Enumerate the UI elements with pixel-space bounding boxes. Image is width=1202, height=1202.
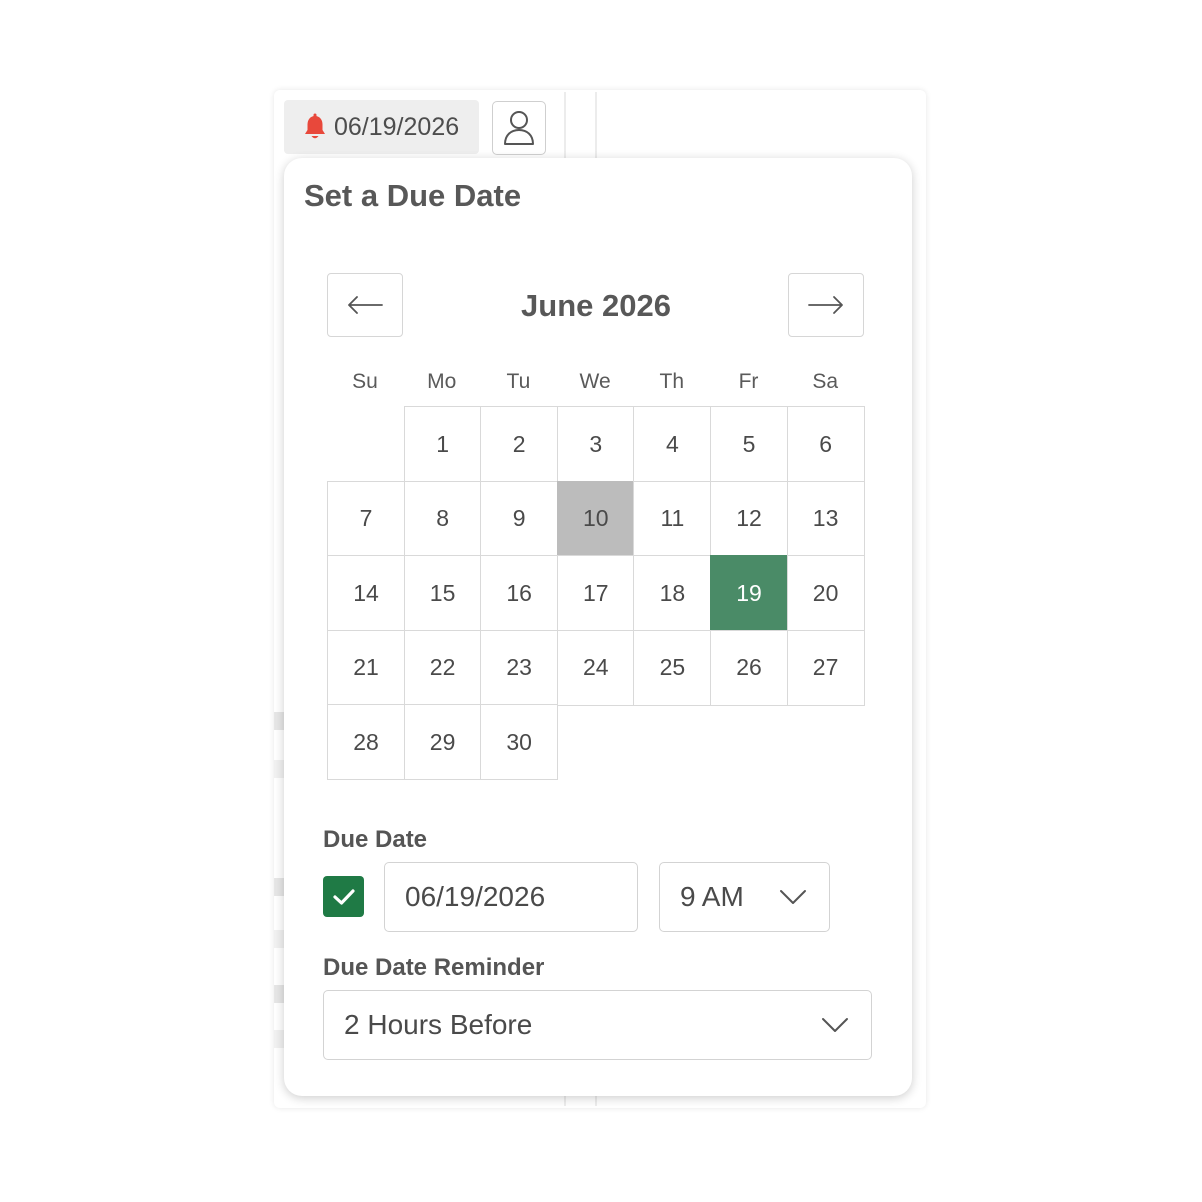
- calendar-day[interactable]: 1: [403, 406, 482, 482]
- weekday-label: Tu: [506, 370, 531, 393]
- popover-title: Set a Due Date: [304, 178, 522, 213]
- calendar-day[interactable]: 12: [710, 480, 788, 557]
- month-label: June 2026: [521, 288, 671, 323]
- calendar-day[interactable]: 29: [403, 704, 482, 781]
- weekday-label: We: [579, 370, 611, 393]
- calendar-day[interactable]: 20: [786, 555, 865, 632]
- row-marker: [274, 930, 284, 948]
- calendar-day[interactable]: 22: [403, 629, 482, 706]
- calendar-day[interactable]: 26: [710, 629, 788, 706]
- due-date-checkbox[interactable]: [323, 876, 364, 917]
- calendar-day-selected[interactable]: 19: [710, 555, 788, 632]
- due-date-label: Due Date: [323, 826, 428, 853]
- person-icon: [504, 111, 534, 145]
- reminder-label: Due Date Reminder: [323, 954, 545, 981]
- weekday-header: Su Mo Tu We Th Fr Sa: [327, 370, 864, 400]
- calendar-day[interactable]: 30: [480, 704, 559, 781]
- weekday-label: Su: [352, 370, 378, 393]
- row-marker: [274, 878, 284, 896]
- calendar-day[interactable]: 24: [556, 629, 635, 706]
- arrow-right-icon: [808, 296, 843, 314]
- chevron-down-icon: [780, 890, 806, 904]
- due-date-value: 06/19/2026: [405, 881, 546, 912]
- chevron-down-icon: [822, 1018, 848, 1032]
- calendar-day[interactable]: 6: [786, 406, 865, 482]
- calendar-day[interactable]: 21: [327, 629, 405, 706]
- calendar-day[interactable]: 11: [633, 480, 712, 557]
- calendar-day[interactable]: 4: [633, 406, 712, 482]
- row-marker: [274, 712, 284, 730]
- row-marker: [274, 760, 284, 778]
- calendar-day[interactable]: 9: [480, 480, 559, 557]
- assignee-button[interactable]: [492, 101, 546, 155]
- row-marker: [274, 1030, 284, 1048]
- calendar-day-today[interactable]: 10: [556, 480, 635, 557]
- reminder-select[interactable]: 2 Hours Before: [323, 990, 872, 1060]
- calendar-day[interactable]: 28: [327, 704, 405, 781]
- calendar-day[interactable]: 25: [633, 629, 712, 706]
- calendar-day[interactable]: 23: [480, 629, 559, 706]
- weekday-label: Mo: [427, 370, 457, 393]
- calendar-day[interactable]: 17: [556, 555, 635, 632]
- calendar-day[interactable]: 8: [403, 480, 482, 557]
- calendar-day[interactable]: 27: [786, 629, 865, 706]
- next-month-button[interactable]: [788, 273, 864, 337]
- reminder-value: 2 Hours Before: [344, 1009, 533, 1040]
- bell-icon: [305, 113, 325, 139]
- calendar-day[interactable]: 16: [480, 555, 559, 632]
- due-date-input[interactable]: 06/19/2026: [384, 862, 638, 932]
- due-time-value: 9 AM: [680, 881, 744, 912]
- prev-month-button[interactable]: [327, 273, 403, 337]
- calendar-day[interactable]: 7: [327, 480, 405, 557]
- due-time-select[interactable]: 9 AM: [659, 862, 830, 932]
- calendar-day[interactable]: 14: [327, 555, 405, 632]
- due-date-chip[interactable]: 06/19/2026: [284, 100, 479, 154]
- check-icon: [332, 888, 355, 905]
- calendar-day[interactable]: 3: [556, 406, 635, 482]
- weekday-label: Fr: [738, 370, 759, 393]
- calendar-day[interactable]: 5: [710, 406, 788, 482]
- calendar-day[interactable]: 13: [786, 480, 865, 557]
- calendar-day[interactable]: 15: [403, 555, 482, 632]
- arrow-left-icon: [348, 296, 383, 314]
- weekday-label: Th: [659, 370, 685, 393]
- row-marker: [274, 985, 284, 1003]
- calendar-day[interactable]: 18: [633, 555, 712, 632]
- due-chip-date: 06/19/2026: [334, 112, 460, 141]
- weekday-label: Sa: [812, 370, 839, 393]
- calendar-day[interactable]: 2: [480, 406, 559, 482]
- due-date-popover: Set a Due Date June 2026 Su Mo Tu We Th Fr Sa …: [284, 158, 912, 1096]
- calendar-grid: 1 2 3 4 5 6 7 8 9 10 11 12 13 14 15 16 17 18 19 20 21 22 23 24 2…: [327, 406, 865, 781]
